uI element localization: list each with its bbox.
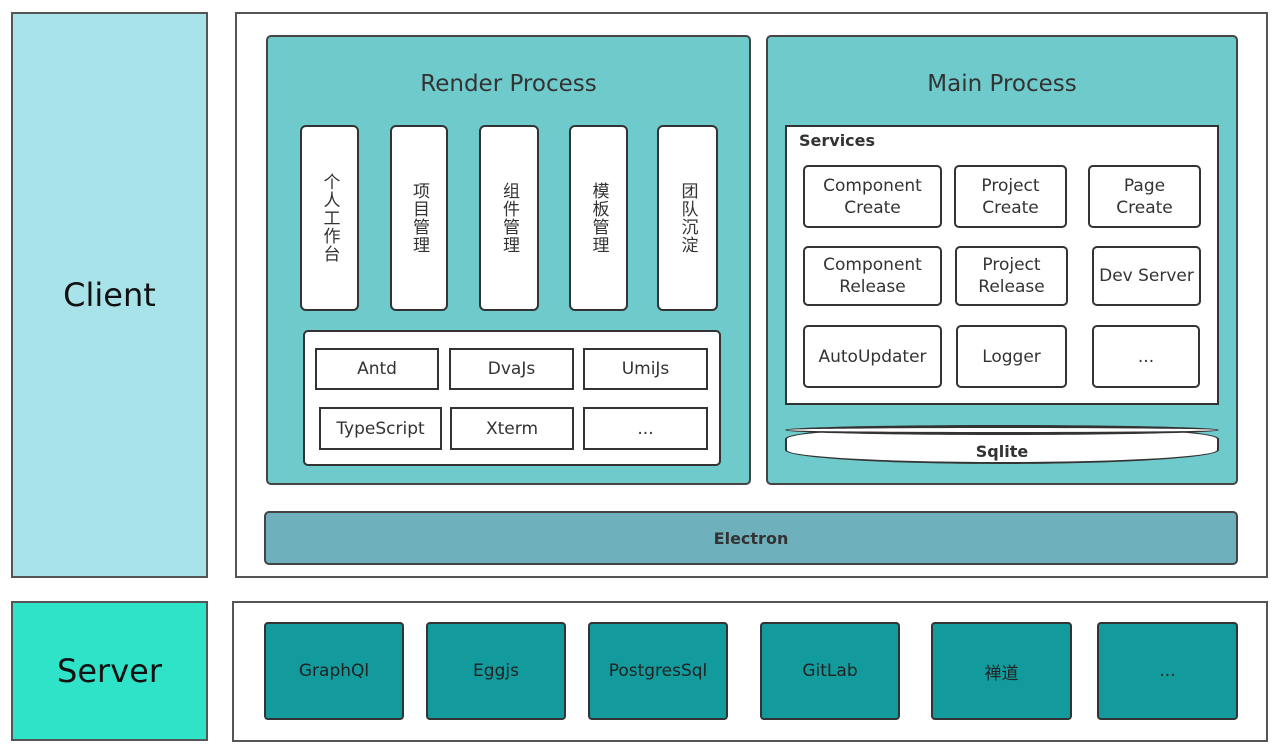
- service-component-create: Component Create: [803, 165, 942, 228]
- server-label-text: Server: [57, 652, 162, 690]
- lib-antd: Antd: [315, 348, 439, 390]
- module-component: 组件管理: [479, 125, 539, 311]
- client-label-text: Client: [63, 276, 156, 314]
- lib-dvajs: DvaJs: [449, 348, 574, 390]
- service-more: ...: [1092, 325, 1200, 388]
- service-autoupdater: AutoUpdater: [803, 325, 942, 388]
- lib-more: ...: [583, 407, 708, 450]
- server-postgressql: PostgresSql: [588, 622, 728, 720]
- sqlite-label: Sqlite: [975, 442, 1029, 461]
- render-process-title: Render Process: [420, 71, 597, 97]
- client-layer-label: Client: [11, 12, 208, 578]
- service-component-release: Component Release: [803, 246, 942, 306]
- server-gitlab: GitLab: [760, 622, 900, 720]
- server-layer-label: Server: [11, 601, 208, 741]
- service-logger: Logger: [956, 325, 1067, 388]
- electron-label: Electron: [713, 528, 789, 548]
- sqlite-database: Sqlite: [785, 425, 1219, 464]
- module-team: 团队沉淀: [657, 125, 718, 311]
- module-template: 模板管理: [569, 125, 628, 311]
- lib-xterm: Xterm: [450, 407, 574, 450]
- service-page-create: Page Create: [1088, 165, 1201, 228]
- server-more: ...: [1097, 622, 1238, 720]
- module-project: 项目管理: [390, 125, 448, 311]
- main-process-title: Main Process: [927, 71, 1077, 97]
- server-eggjs: Eggjs: [426, 622, 566, 720]
- lib-umijs: UmiJs: [583, 348, 708, 390]
- services-label: Services: [799, 131, 876, 150]
- database-top-rim: [785, 425, 1219, 435]
- module-workbench: 个人工作台: [300, 125, 359, 311]
- service-project-release: Project Release: [955, 246, 1068, 306]
- lib-typescript: TypeScript: [319, 407, 442, 450]
- service-dev-server: Dev Server: [1092, 246, 1201, 306]
- server-graphql: GraphQl: [264, 622, 404, 720]
- service-project-create: Project Create: [954, 165, 1067, 228]
- electron-layer: Electron: [264, 511, 1238, 565]
- server-zentao: 禅道: [931, 622, 1072, 720]
